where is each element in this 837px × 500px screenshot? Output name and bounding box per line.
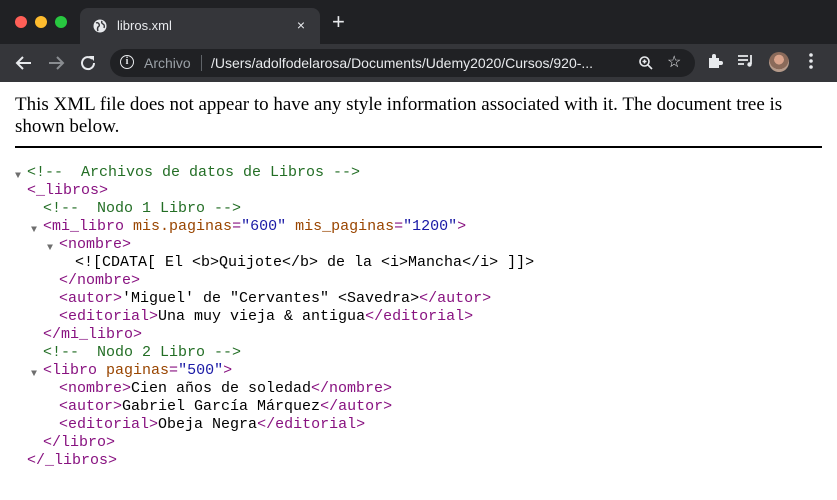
collapse-toggle-icon[interactable]: ▼: [31, 366, 37, 384]
xml-notice: This XML file does not appear to have an…: [15, 94, 783, 137]
xml-space: [124, 218, 133, 235]
xml-element: <autor>Gabriel García Márquez</autor>: [59, 398, 392, 416]
tab-close-icon[interactable]: ×: [292, 17, 310, 33]
media-icon[interactable]: [737, 53, 755, 69]
collapse-toggle-icon[interactable]: ▼: [15, 168, 21, 186]
xml-close-tag: </nombre>: [311, 380, 393, 397]
minimize-window-button[interactable]: [35, 16, 47, 28]
url-scheme-label: Archivo: [144, 55, 191, 71]
address-bar[interactable]: i Archivo /Users/adolfodelarosa/Document…: [110, 49, 695, 77]
maximize-window-button[interactable]: [55, 16, 67, 28]
menu-icon[interactable]: [808, 52, 814, 70]
xml-element-close-tag: </mi_libro>: [43, 326, 143, 343]
xml-element: <editorial>Obeja Negra</editorial>: [59, 416, 365, 434]
page-content: This XML file does not appear to have an…: [0, 82, 837, 500]
reload-icon[interactable]: [77, 52, 99, 74]
xml-text: 'Miguel' de "Cervantes" <Savedra>: [122, 290, 420, 307]
xml-text: Obeja Negra: [158, 416, 258, 433]
xml-space: [286, 218, 295, 235]
xml-close-tag: </editorial>: [257, 416, 366, 433]
xml-attribute-name: mis_paginas: [295, 218, 395, 235]
xml-open-tag: <nombre>: [59, 380, 132, 397]
extensions-icon[interactable]: [706, 52, 724, 70]
xml-tag-end: >: [457, 218, 467, 235]
zoom-icon[interactable]: [638, 55, 654, 71]
xml-element: <nombre>Cien años de soledad</nombre>: [59, 380, 392, 398]
url-separator: [201, 55, 202, 71]
divider: [15, 146, 822, 148]
xml-open-tag: <editorial>: [59, 416, 159, 433]
xml-element-close-tag: </nombre>: [59, 272, 141, 289]
xml-equals: =: [169, 362, 179, 379]
xml-attribute-name: mis.paginas: [133, 218, 233, 235]
forward-icon[interactable]: [45, 52, 67, 74]
xml-element: <editorial>Una muy vieja & antigua</edit…: [59, 308, 473, 326]
xml-attribute-name: paginas: [106, 362, 170, 379]
browser-window: libros.xml × + i Archivo /Users/adolfode…: [0, 0, 837, 500]
xml-text: Cien años de soledad: [131, 380, 312, 397]
xml-element-open-tag: <libro paginas="500">: [43, 362, 232, 380]
new-tab-button[interactable]: +: [332, 11, 345, 33]
xml-element-open-tag: <nombre>: [59, 236, 132, 253]
back-icon[interactable]: [13, 52, 35, 74]
close-window-button[interactable]: [15, 16, 27, 28]
xml-tag-name: <libro: [43, 362, 98, 379]
xml-attribute-value: "600": [241, 218, 287, 235]
xml-comment: <!-- Archivos de datos de Libros -->: [27, 164, 361, 181]
xml-element-close-tag: </libro>: [43, 434, 116, 451]
collapse-toggle-icon[interactable]: ▼: [47, 240, 53, 258]
collapse-toggle-icon[interactable]: ▼: [31, 222, 37, 240]
info-icon[interactable]: i: [120, 55, 134, 69]
xml-comment: <!-- Nodo 1 Libro -->: [43, 200, 242, 217]
xml-attribute-value: "500": [178, 362, 224, 379]
xml-open-tag: <editorial>: [59, 308, 159, 325]
xml-element-open-tag: <mi_libro mis.paginas="600" mis_paginas=…: [43, 218, 466, 236]
xml-equals: =: [232, 218, 242, 235]
title-bar: libros.xml × +: [0, 0, 837, 44]
xml-tag-name: <mi_libro: [43, 218, 125, 235]
xml-close-tag: </autor>: [320, 398, 393, 415]
star-icon[interactable]: ☆: [667, 54, 681, 71]
xml-open-tag: <autor>: [59, 398, 123, 415]
xml-equals: =: [394, 218, 404, 235]
globe-icon: [93, 19, 107, 33]
xml-open-tag: <autor>: [59, 290, 123, 307]
url-text[interactable]: /Users/adolfodelarosa/Documents/Udemy202…: [211, 55, 593, 71]
xml-close-tag: </editorial>: [365, 308, 474, 325]
xml-root-open-tag: <_libros>: [27, 182, 109, 199]
xml-comment: <!-- Nodo 2 Libro -->: [43, 344, 242, 361]
xml-tag-end: >: [223, 362, 233, 379]
xml-space: [97, 362, 106, 379]
xml-root-close-tag: </_libros>: [27, 452, 118, 469]
toolbar: i Archivo /Users/adolfodelarosa/Document…: [0, 44, 837, 82]
xml-attribute-value: "1200": [403, 218, 458, 235]
tab-libros-xml[interactable]: libros.xml ×: [80, 8, 320, 44]
xml-close-tag: </autor>: [419, 290, 492, 307]
xml-text: Gabriel García Márquez: [122, 398, 321, 415]
xml-text: Una muy vieja & antigua: [158, 308, 366, 325]
avatar[interactable]: [769, 52, 789, 72]
xml-cdata: <![CDATA[ El <b>Quijote</b> de la <i>Man…: [75, 254, 535, 271]
tab-title: libros.xml: [117, 18, 172, 33]
xml-element: <autor>'Miguel' de "Cervantes" <Savedra>…: [59, 290, 491, 308]
